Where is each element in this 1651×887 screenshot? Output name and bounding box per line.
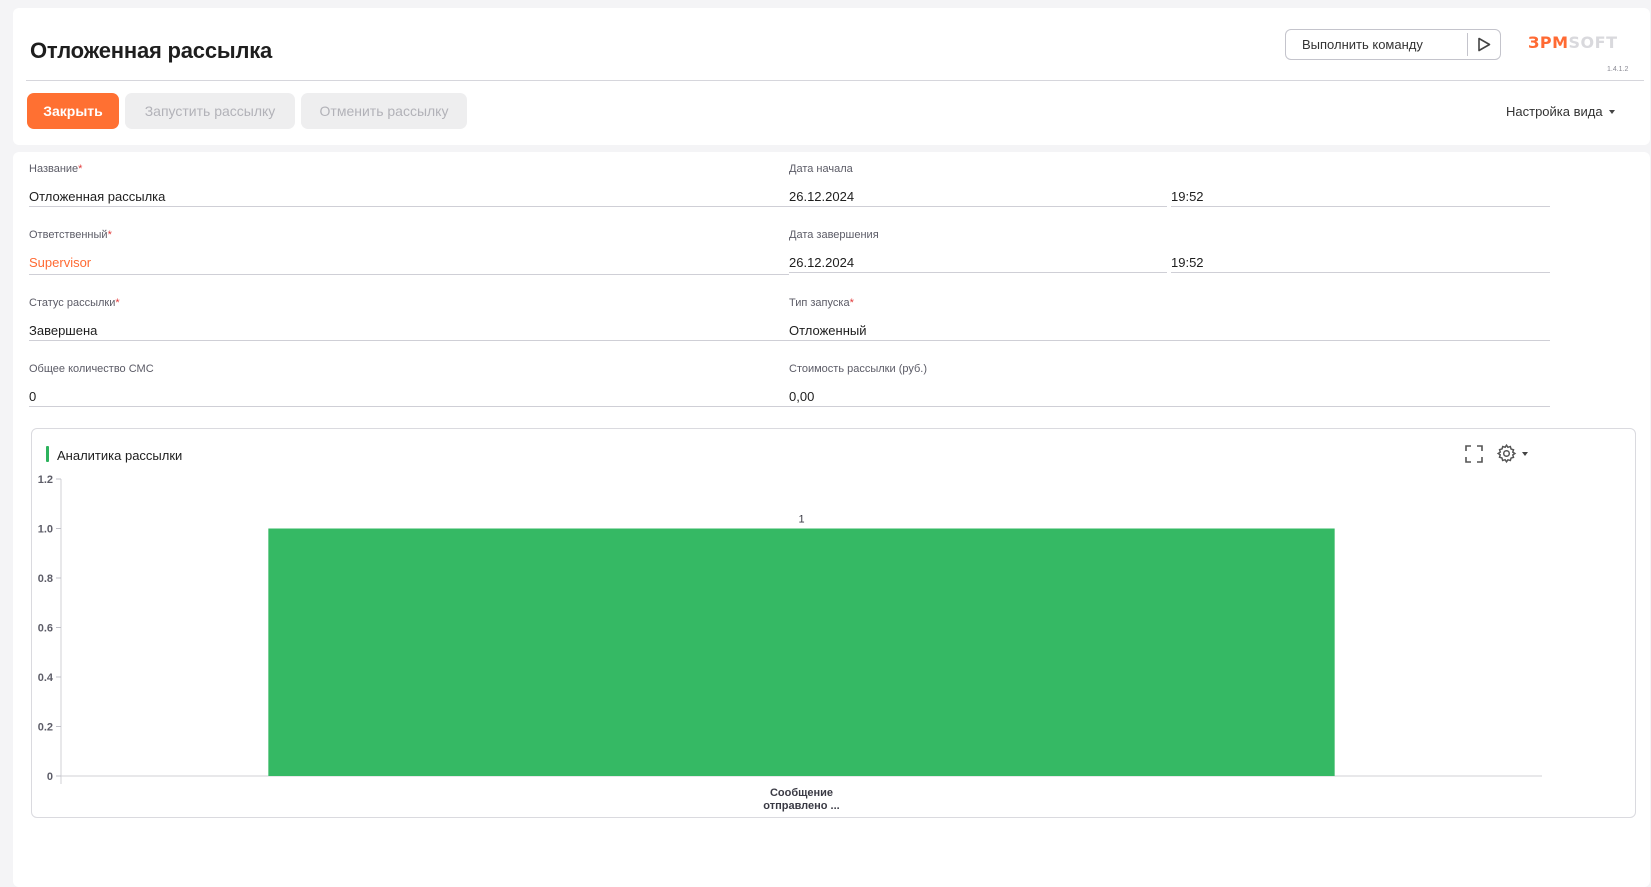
y-tick-label: 0.6 [38,623,53,635]
start-date-field[interactable]: Дата начала 26.12.2024 [789,163,1169,207]
command-input[interactable]: Выполнить команду [1286,37,1467,52]
y-tick-label: 1.2 [38,474,53,486]
logo-brand: ЗРМ [1528,32,1569,52]
fullscreen-icon [1465,445,1483,463]
field-underline [789,272,1167,273]
bar [268,528,1335,776]
cancel-mailing-button[interactable]: Отменить рассылку [301,93,467,129]
gear-icon [1496,443,1517,464]
name-field[interactable]: Название* Отложенная рассылка [29,163,789,207]
end-date-label: Дата завершения [789,229,879,241]
x-tick-label: Сообщение [770,787,833,799]
header-divider [26,80,1644,81]
y-tick-label: 1.0 [38,524,53,536]
end-time-field[interactable]: 19:52 [1171,229,1550,273]
name-value[interactable]: Отложенная рассылка [29,189,165,204]
app-logo: ЗРМ SOFT [1528,32,1642,52]
end-date-value[interactable]: 26.12.2024 [789,255,854,270]
cost-field[interactable]: Стоимость рассылки (руб.) 0,00 [789,363,1550,407]
owner-field[interactable]: Ответственный* Supervisor [29,229,789,275]
launch-type-field[interactable]: Тип запуска* Отложенный [789,297,1550,341]
owner-label: Ответственный [29,229,108,241]
sms-count-value[interactable]: 0 [29,389,36,404]
record-form: Название* Отложенная рассылка Дата начал… [13,152,1650,887]
start-date-label: Дата начала [789,163,853,175]
logo-suffix: SOFT [1568,32,1618,52]
field-underline [29,274,789,275]
close-button[interactable]: Закрыть [27,93,119,129]
app-version: 1.4.1.2 [1607,66,1629,73]
field-underline [1171,206,1550,207]
field-underline [1171,272,1550,273]
end-time-value[interactable]: 19:52 [1171,255,1204,270]
sms-count-label: Общее количество СМС [29,363,154,375]
status-field[interactable]: Статус рассылки* Завершена [29,297,789,341]
page-header: Отложенная рассылка Выполнить команду ЗР… [13,8,1650,145]
data-label: 1 [798,514,804,526]
cost-value[interactable]: 0,00 [789,389,814,404]
widget-settings-button[interactable] [1496,443,1528,464]
field-underline [789,340,1550,341]
widget-accent [46,446,49,462]
field-underline [29,406,789,407]
analytics-widget: Аналитика рассылки 0 0.2 0.4 0.6 0.8 1.0 1.2 1 С… [31,428,1636,818]
required-mark: * [107,229,112,241]
field-underline [29,340,789,341]
launch-type-label: Тип запуска [789,297,850,309]
analytics-chart: 0 0.2 0.4 0.6 0.8 1.0 1.2 1 Сообщениеотправлено … [38,474,1542,812]
start-time-value[interactable]: 19:52 [1171,189,1204,204]
status-label: Статус рассылки [29,297,116,309]
run-command-button[interactable] [1468,30,1500,59]
play-icon [1478,37,1491,52]
command-line[interactable]: Выполнить команду [1285,29,1501,60]
field-underline [29,206,789,207]
owner-link[interactable]: Supervisor [29,255,91,270]
start-date-value[interactable]: 26.12.2024 [789,189,854,204]
y-tick-label: 0.2 [38,722,53,734]
field-underline [789,206,1167,207]
view-settings-dropdown[interactable]: Настройка вида [1506,104,1615,119]
caret-down-icon [1608,109,1615,114]
name-label: Название [29,163,79,175]
widget-title: Аналитика рассылки [57,448,183,463]
x-tick-label: отправлено ... [763,800,839,812]
required-mark: * [115,297,120,309]
start-time-field[interactable]: 19:52 [1171,163,1550,207]
view-settings-label: Настройка вида [1506,104,1603,119]
fullscreen-button[interactable] [1464,444,1484,464]
caret-down-icon [1522,451,1528,456]
status-value[interactable]: Завершена [29,323,97,338]
launch-type-value[interactable]: Отложенный [789,323,867,338]
start-mailing-button[interactable]: Запустить рассылку [125,93,295,129]
sms-count-field[interactable]: Общее количество СМС 0 [29,363,789,407]
end-date-field[interactable]: Дата завершения 26.12.2024 [789,229,1169,273]
cost-label: Стоимость рассылки (руб.) [789,363,927,375]
y-tick-label: 0.4 [38,672,54,684]
y-tick-label: 0 [47,771,53,783]
field-underline [789,406,1550,407]
page-title: Отложенная рассылка [30,38,273,63]
required-mark: * [78,163,83,175]
y-tick-label: 0.8 [38,573,53,585]
required-mark: * [849,297,854,309]
